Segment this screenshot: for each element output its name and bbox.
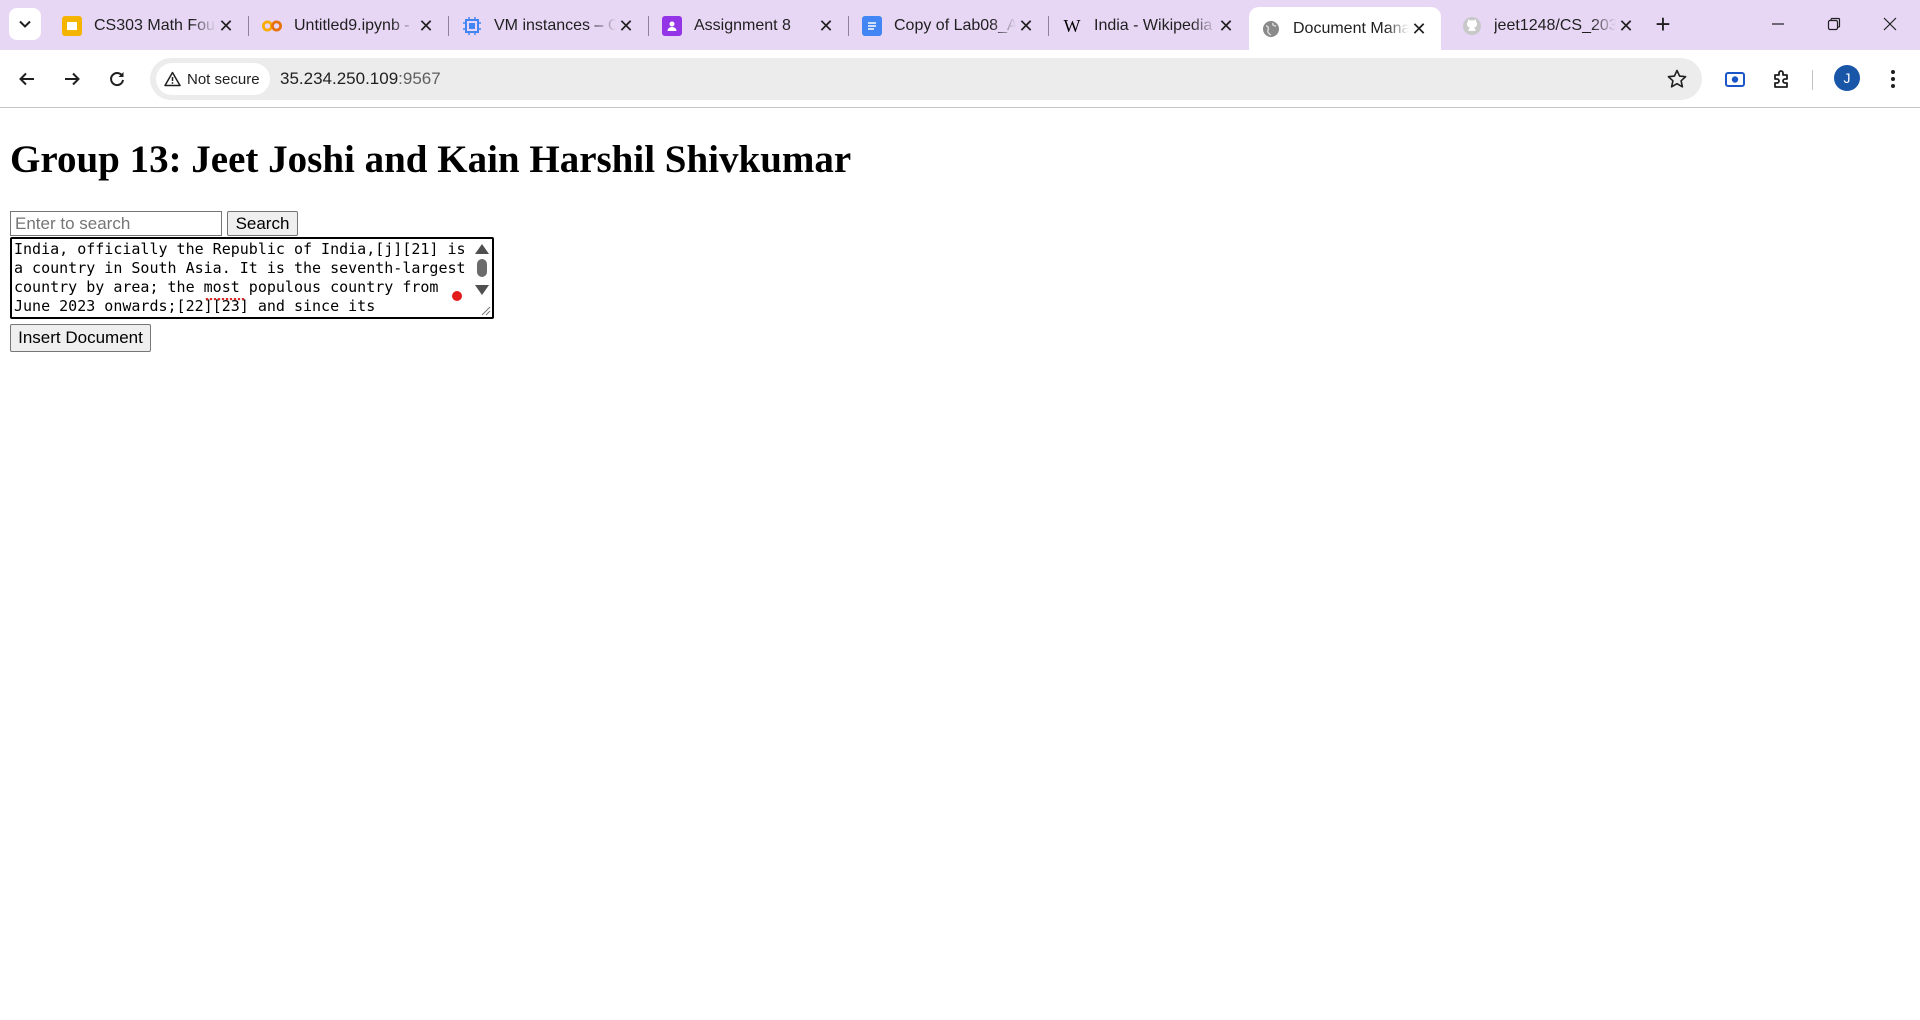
tab-assignment-8[interactable]: Assignment 8 ✕ xyxy=(650,7,848,45)
puzzle-icon xyxy=(1774,70,1788,88)
page-title: Group 13: Jeet Joshi and Kain Harshil Sh… xyxy=(10,138,852,181)
profile-avatar[interactable]: J xyxy=(1834,65,1860,91)
restore-button[interactable] xyxy=(1806,0,1862,48)
security-label: Not secure xyxy=(187,70,260,88)
reload-icon xyxy=(110,72,124,87)
cursor-indicator xyxy=(452,291,462,301)
url-host: 35.234.250.109 xyxy=(280,69,399,88)
scroll-thumb[interactable] xyxy=(477,259,487,277)
tab-search-button[interactable] xyxy=(9,8,41,40)
close-icon[interactable]: ✕ xyxy=(816,16,836,36)
search-input[interactable] xyxy=(10,211,222,236)
page-content: Group 13: Jeet Joshi and Kain Harshil Sh… xyxy=(0,109,1920,1020)
scroll-up-arrow-icon[interactable] xyxy=(475,244,489,254)
spellcheck-underline xyxy=(205,298,245,301)
tab-title: CS303 Math Fou xyxy=(94,17,215,34)
tab-title: VM instances – C xyxy=(494,17,616,34)
classroom-icon xyxy=(662,16,682,36)
tab-title: Copy of Lab08_A xyxy=(894,17,1016,34)
tab-title: Untitled9.ipynb - xyxy=(294,17,410,34)
extensions-button[interactable] xyxy=(1767,64,1797,94)
site-info-chip[interactable]: Not secure xyxy=(156,63,270,95)
tab-copy-of-lab08[interactable]: Copy of Lab08_A ✕ xyxy=(850,7,1048,45)
resize-grip-icon[interactable] xyxy=(479,304,491,316)
reload-button[interactable] xyxy=(102,64,132,94)
tab-title: Document Mana xyxy=(1293,19,1409,37)
screen-capture-button[interactable] xyxy=(1720,64,1750,94)
camera-icon xyxy=(1725,72,1745,87)
chevron-down-icon xyxy=(19,20,31,28)
menu-button[interactable] xyxy=(1878,64,1908,94)
bookmark-star-icon[interactable] xyxy=(1666,68,1688,95)
address-bar[interactable]: Not secure 35.234.250.109:9567 xyxy=(150,58,1702,100)
compute-engine-icon xyxy=(462,16,482,36)
search-button[interactable]: Search xyxy=(227,211,298,236)
tab-strip: CS303 Math Fou ✕ Untitled9.ipynb - ✕ VM … xyxy=(0,0,1920,50)
close-icon[interactable]: ✕ xyxy=(616,16,636,36)
close-window-button[interactable] xyxy=(1862,0,1918,48)
minimize-button[interactable] xyxy=(1750,0,1806,48)
document-textarea[interactable]: India, officially the Republic of India,… xyxy=(10,237,494,319)
tab-india-wikipedia[interactable]: W India - Wikipedia ✕ xyxy=(1050,7,1248,45)
minimize-icon xyxy=(1772,23,1784,25)
tab-title: Assignment 8 xyxy=(694,17,791,34)
arrow-right-icon xyxy=(65,72,80,86)
tab-github-repo[interactable]: jeet1248/CS_203 ✕ xyxy=(1450,7,1648,45)
browser-toolbar: Not secure 35.234.250.109:9567 J xyxy=(0,50,1920,108)
url-text[interactable]: 35.234.250.109:9567 xyxy=(280,69,441,89)
tab-vm-instances[interactable]: VM instances – C ✕ xyxy=(450,7,648,45)
tab-cs303[interactable]: CS303 Math Fou ✕ xyxy=(50,7,248,45)
restore-icon xyxy=(1827,17,1841,31)
close-icon[interactable]: ✕ xyxy=(1616,16,1636,36)
warning-icon xyxy=(164,71,181,87)
tab-document-manager[interactable]: Document Mana ✕ xyxy=(1249,7,1441,50)
document-text[interactable]: India, officially the Republic of India,… xyxy=(14,240,474,316)
close-icon[interactable]: ✕ xyxy=(1016,16,1036,36)
close-icon[interactable]: ✕ xyxy=(416,16,436,36)
close-icon xyxy=(1883,17,1897,31)
tab-title: India - Wikipedia xyxy=(1094,17,1213,34)
tab-title: jeet1248/CS_203 xyxy=(1494,17,1616,34)
kebab-menu-icon xyxy=(1891,70,1895,88)
scroll-down-arrow-icon[interactable] xyxy=(475,285,489,295)
docs-icon xyxy=(862,16,882,36)
back-button[interactable] xyxy=(12,64,42,94)
tab-untitled9[interactable]: Untitled9.ipynb - ✕ xyxy=(250,7,448,45)
globe-icon xyxy=(1261,19,1281,39)
close-icon[interactable]: ✕ xyxy=(1409,19,1429,39)
insert-document-button[interactable]: Insert Document xyxy=(10,324,151,352)
arrow-left-icon xyxy=(19,72,34,86)
wikipedia-icon: W xyxy=(1063,15,1081,36)
slides-icon xyxy=(62,16,82,36)
github-icon xyxy=(1462,16,1482,36)
forward-button[interactable] xyxy=(57,64,87,94)
url-port: :9567 xyxy=(398,69,441,88)
new-tab-button[interactable]: + xyxy=(1648,10,1678,40)
colab-icon xyxy=(262,16,282,36)
close-icon[interactable]: ✕ xyxy=(1216,16,1236,36)
close-icon[interactable]: ✕ xyxy=(216,16,236,36)
